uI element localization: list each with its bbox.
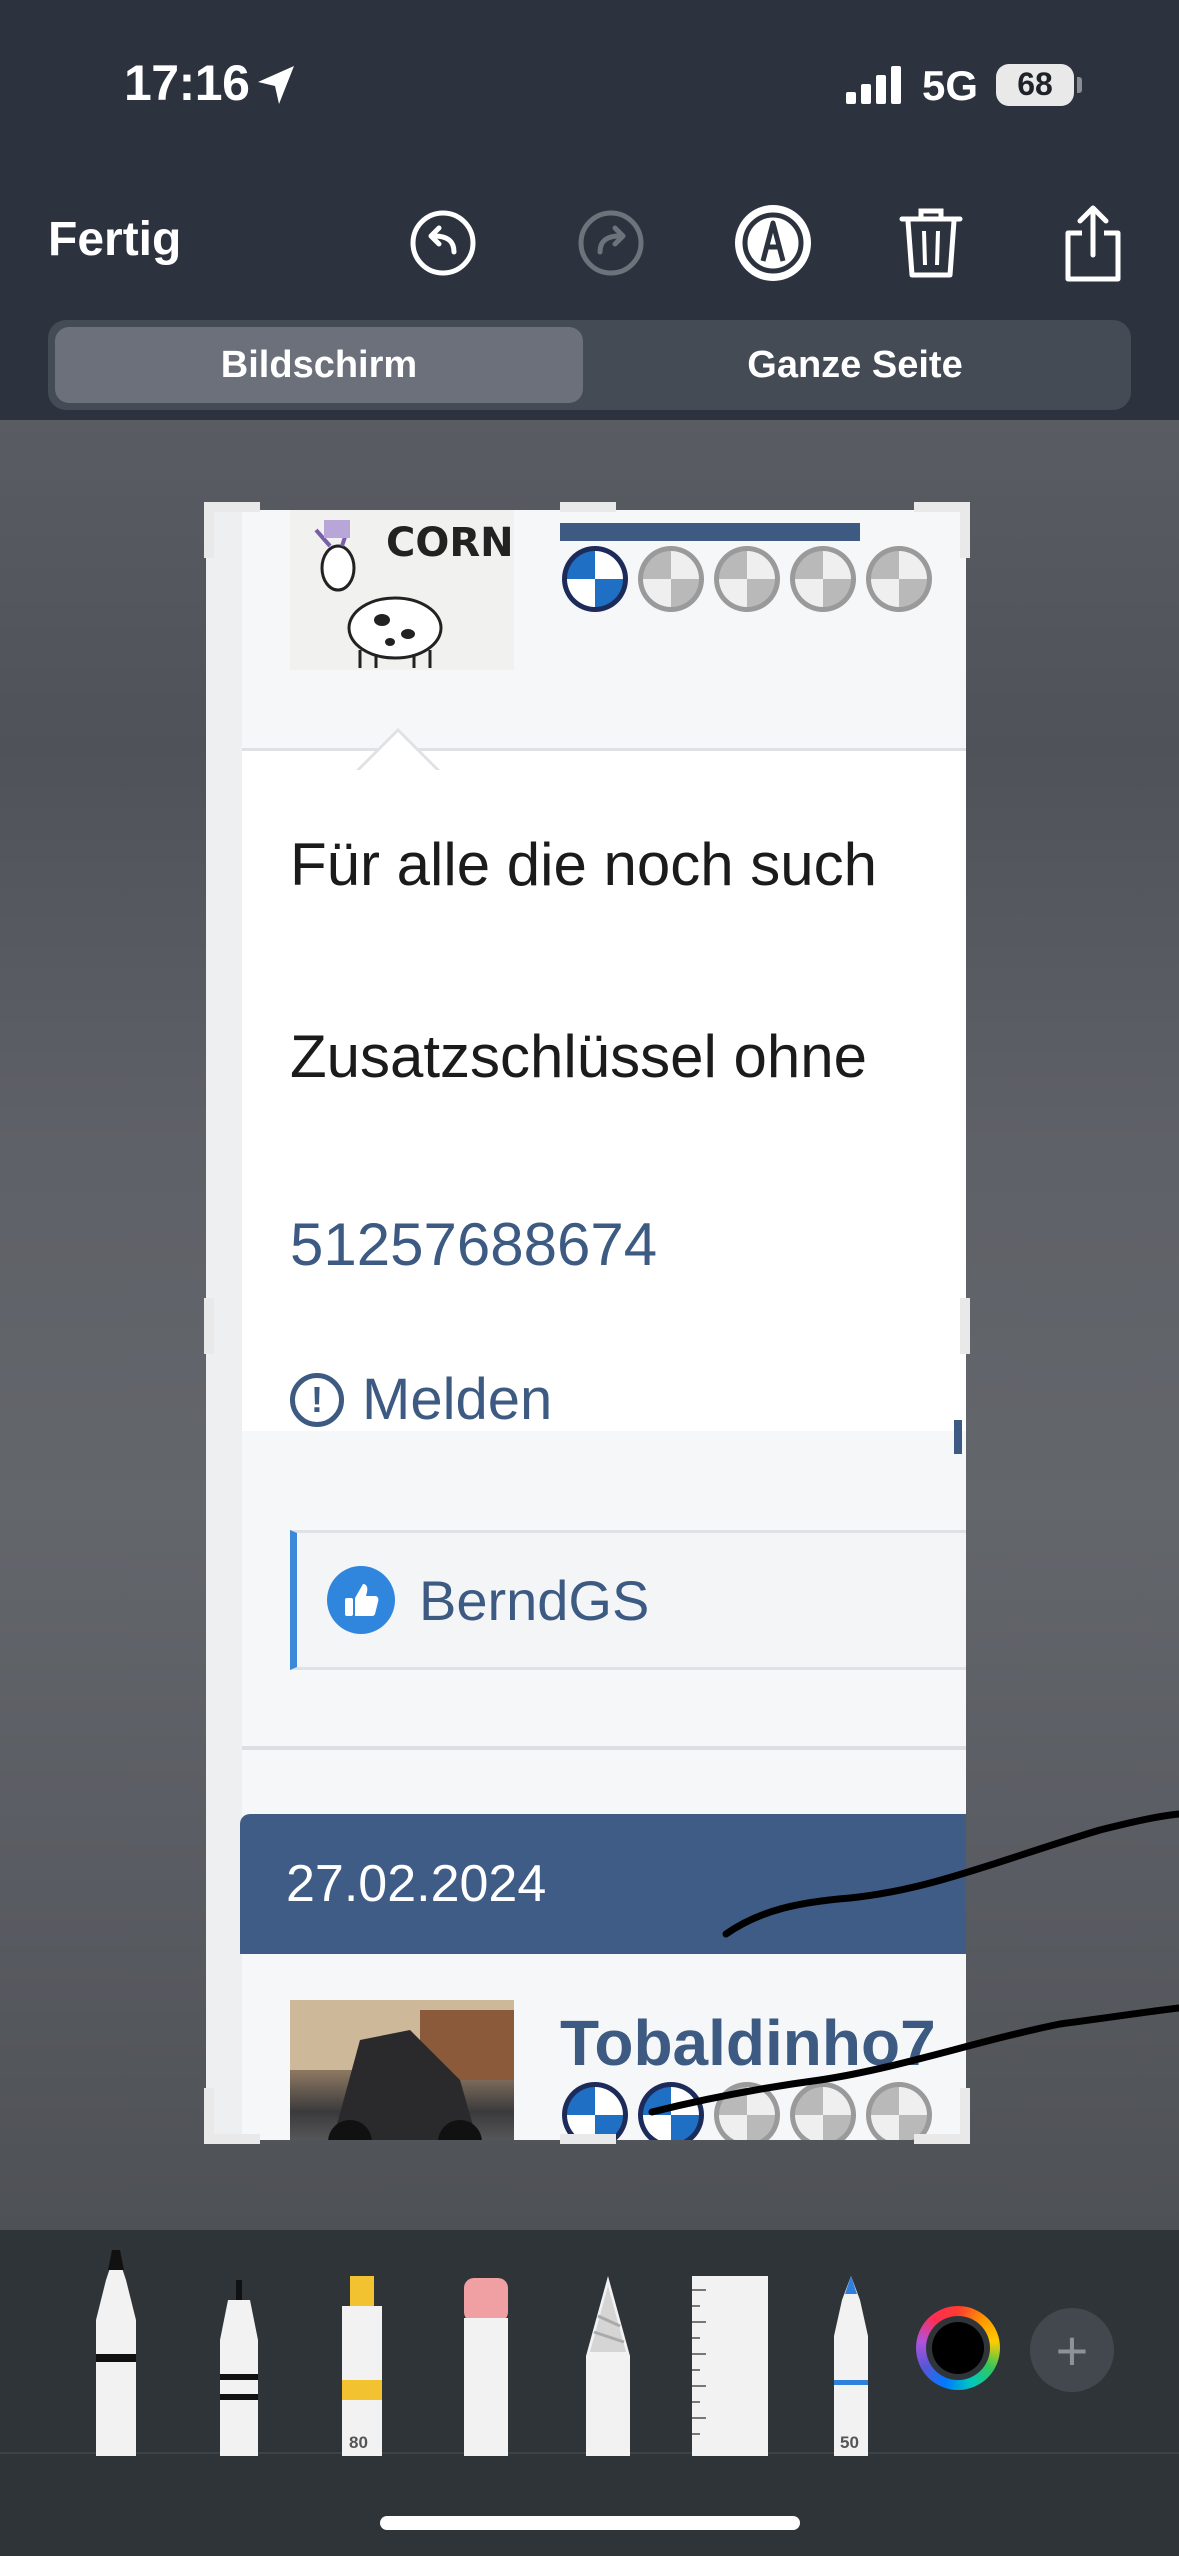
share-icon [1065, 205, 1121, 282]
battery-level: 68 [1017, 66, 1053, 102]
ruler-tool-icon[interactable] [688, 2276, 772, 2456]
segment-full-page[interactable]: Ganze Seite [585, 327, 1125, 403]
markup-button[interactable] [728, 198, 818, 288]
cellular-signal-icon [846, 66, 901, 104]
fineliner-tool-icon[interactable] [212, 2280, 266, 2456]
eraser-tool-icon[interactable] [458, 2278, 514, 2456]
delete-button[interactable] [886, 198, 976, 288]
highlighter-size: 80 [349, 2433, 368, 2452]
share-button[interactable] [1048, 198, 1138, 288]
color-picker-ring [926, 2316, 990, 2380]
capture-mode-segmented-control: Bildschirm Ganze Seite [48, 320, 1131, 410]
ink-strokes [648, 1810, 1179, 2116]
pencil-tool-icon[interactable] [826, 2276, 876, 2456]
undo-button[interactable] [398, 198, 488, 288]
color-picker-button[interactable] [916, 2306, 1000, 2390]
redo-button[interactable] [566, 198, 656, 288]
trash-icon [899, 208, 963, 278]
undo-icon [410, 210, 476, 276]
battery-tip [1077, 77, 1082, 93]
redo-icon [578, 210, 644, 276]
status-time: 17:16 [124, 55, 250, 111]
top-bar: 17:16 5G 68 Fertig Bildschirm Ganze Seit… [0, 0, 1179, 420]
pen-tool-icon[interactable] [86, 2250, 146, 2456]
pencil-size: 50 [840, 2433, 859, 2452]
done-button[interactable]: Fertig [48, 212, 181, 267]
segment-screen[interactable]: Bildschirm [55, 327, 583, 403]
lasso-tool-icon[interactable] [580, 2276, 636, 2456]
highlighter-tool-icon[interactable] [334, 2276, 390, 2456]
network-type: 5G [922, 62, 979, 109]
battery-icon: 68 [996, 64, 1074, 106]
markup-pen-icon [735, 205, 811, 281]
add-tool-button[interactable]: + [1030, 2308, 1114, 2392]
location-arrow-icon [258, 66, 294, 104]
selected-color-swatch [932, 2322, 984, 2374]
home-indicator[interactable] [380, 2516, 800, 2530]
